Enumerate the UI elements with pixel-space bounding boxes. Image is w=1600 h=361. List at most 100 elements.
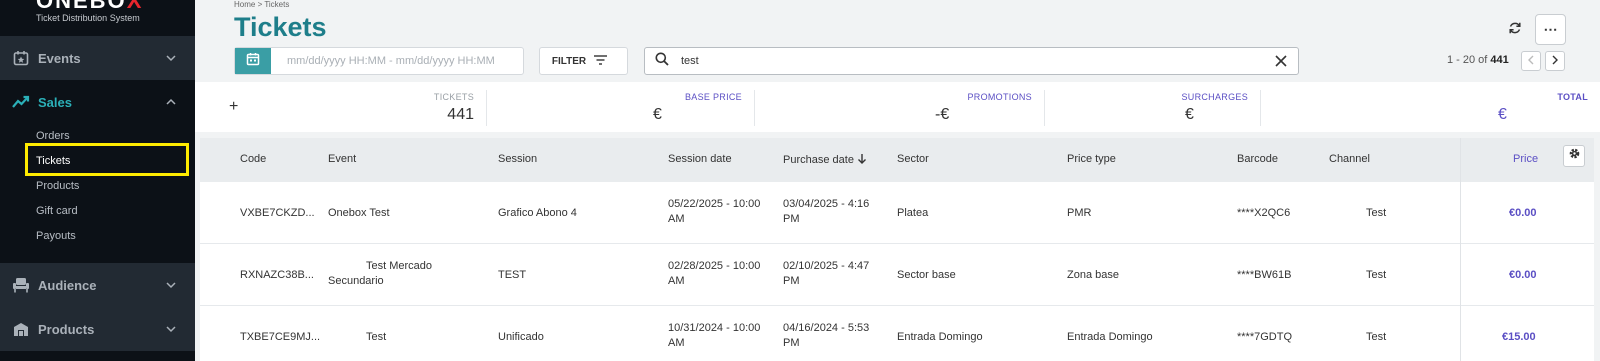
sidebar-item-orders[interactable]: Orders xyxy=(36,130,70,142)
nav-group-products[interactable]: Products xyxy=(0,307,195,351)
box-icon xyxy=(12,320,30,338)
column-header-barcode[interactable]: Barcode xyxy=(1237,153,1278,165)
cell-event: Test xyxy=(366,331,387,343)
more-options-button[interactable]: ⋯ xyxy=(1535,14,1566,45)
cell-session-date: 05/22/2025 - 10:00 AM xyxy=(668,197,760,227)
chevron-left-icon xyxy=(1527,55,1535,68)
cell-sector: Entrada Domingo xyxy=(897,331,983,343)
column-header-purchase-date-label: Purchase date xyxy=(783,154,854,166)
cell-session-date-line1: 05/22/2025 - 10:00 xyxy=(668,198,761,210)
cell-price: €0.00 xyxy=(1509,207,1537,219)
nav-group-products-label: Products xyxy=(38,321,95,337)
cell-session: Grafico Abono 4 xyxy=(498,207,577,219)
cell-code: TXBE7CE9MJ... xyxy=(240,331,321,343)
summary-tickets-label: TICKETS xyxy=(433,92,474,102)
column-header-session-date[interactable]: Session date xyxy=(668,153,732,165)
price-column-divider xyxy=(1460,138,1461,361)
calendar-icon xyxy=(246,52,260,71)
refresh-icon xyxy=(1508,21,1522,40)
cell-purchase-date: 04/16/2024 - 5:53 PM xyxy=(783,321,869,351)
date-range-field[interactable]: mm/dd/yyyy HH:MM - mm/dd/yyyy HH:MM xyxy=(234,47,524,75)
search-box[interactable] xyxy=(644,47,1299,75)
cell-channel: Test xyxy=(1366,331,1387,343)
pagination-summary: 1 - 20 of 441 xyxy=(1447,54,1509,66)
cell-channel: Test xyxy=(1366,207,1387,219)
cell-purchase-date-line2: PM xyxy=(783,213,800,225)
nav-group-audience[interactable]: Audience xyxy=(0,263,195,307)
column-header-event[interactable]: Event xyxy=(328,153,356,165)
calendar-button[interactable] xyxy=(235,48,271,74)
nav-group-audience-label: Audience xyxy=(38,277,97,293)
nav-group-sales-label: Sales xyxy=(38,94,72,110)
summary-promotions: PROMOTIONS -€ xyxy=(755,90,1045,126)
cell-price-type: PMR xyxy=(1067,207,1092,219)
chevron-right-icon xyxy=(1551,55,1559,68)
table-row[interactable]: VXBE7CKZD... Onebox Test Grafico Abono 4… xyxy=(200,182,1600,244)
nav-group-sales[interactable]: Sales xyxy=(0,80,195,124)
summary-surcharges-value: € xyxy=(1185,106,1194,123)
breadcrumb[interactable]: Home > Tickets xyxy=(234,0,289,9)
cell-channel: Test xyxy=(1366,269,1387,281)
cell-code: VXBE7CKZD... xyxy=(240,207,315,219)
table-row[interactable]: RXNAZC38B... Test Mercado Secundario TES… xyxy=(200,244,1600,306)
clear-search-button[interactable] xyxy=(1274,54,1288,73)
cell-purchase-date-line1: 03/04/2025 - 4:16 xyxy=(783,198,870,210)
cell-barcode: ****X2QC6 xyxy=(1237,207,1291,219)
cell-session-date-line2: AM xyxy=(668,337,685,349)
sidebar-item-payouts[interactable]: Payouts xyxy=(36,230,76,242)
summary-total-value: € xyxy=(1498,106,1507,123)
logo-word-accent: X xyxy=(126,0,144,13)
column-header-purchase-date[interactable]: Purchase date xyxy=(783,153,867,166)
cell-sector: Sector base xyxy=(897,269,956,281)
summary-promotions-label: PROMOTIONS xyxy=(967,92,1032,102)
summary-base-price-label: BASE PRICE xyxy=(684,92,742,102)
search-icon xyxy=(655,52,669,71)
cell-purchase-date-line2: PM xyxy=(783,275,800,287)
cell-barcode: ****BW61B xyxy=(1237,269,1292,281)
cell-session-date-line2: AM xyxy=(668,275,685,287)
filter-button[interactable]: FILTER xyxy=(539,47,628,75)
column-header-price[interactable]: Price xyxy=(1513,153,1538,165)
table-scrollbar[interactable] xyxy=(1594,132,1600,361)
table-row[interactable]: TXBE7CE9MJ... Test Unificado 10/31/2024 … xyxy=(200,306,1600,361)
summary-base-price: BASE PRICE € xyxy=(487,90,755,126)
cell-price-type: Entrada Domingo xyxy=(1067,331,1153,343)
filter-button-label: FILTER xyxy=(551,55,587,67)
logo-subtitle: Ticket Distribution System xyxy=(36,13,140,23)
cell-purchase-date: 03/04/2025 - 4:16 PM xyxy=(783,197,869,227)
sidebar-item-gift-card[interactable]: Gift card xyxy=(36,205,78,217)
highlight-box xyxy=(25,143,189,176)
cell-event-line1: Test Mercado xyxy=(366,260,433,272)
cell-sector: Platea xyxy=(897,207,929,219)
filter-lines-icon xyxy=(594,54,608,68)
close-icon xyxy=(1274,55,1288,72)
cell-session-date-line2: AM xyxy=(668,213,685,225)
column-header-channel[interactable]: Channel xyxy=(1329,153,1370,165)
cell-event: Test Mercado Secundario xyxy=(328,259,432,289)
previous-page-button[interactable] xyxy=(1521,51,1541,71)
cell-price-type: Zona base xyxy=(1067,269,1119,281)
sidebar: ONEBOX Ticket Distribution System Events… xyxy=(0,0,195,361)
column-header-price-type[interactable]: Price type xyxy=(1067,153,1116,165)
column-header-sector[interactable]: Sector xyxy=(897,153,929,165)
column-settings-button[interactable] xyxy=(1563,145,1585,167)
chevron-down-icon xyxy=(165,322,177,340)
gear-icon xyxy=(1568,147,1581,165)
pagination-total: 441 xyxy=(1490,54,1509,66)
star-calendar-icon xyxy=(12,49,30,67)
cell-code: RXNAZC38B... xyxy=(240,269,314,281)
next-page-button[interactable] xyxy=(1545,51,1565,71)
cell-price: €15.00 xyxy=(1502,331,1536,343)
search-input[interactable] xyxy=(681,55,1261,67)
cell-price: €0.00 xyxy=(1509,269,1537,281)
cell-barcode: ****7GDTQ xyxy=(1237,331,1293,343)
cell-purchase-date-line1: 02/10/2025 - 4:47 xyxy=(783,260,870,272)
pagination-range: 1 - 20 of xyxy=(1447,54,1488,66)
column-header-code[interactable]: Code xyxy=(240,153,266,165)
sidebar-item-products[interactable]: Products xyxy=(36,180,79,192)
onebox-logo: ONEBOX Ticket Distribution System xyxy=(36,0,166,23)
column-header-session[interactable]: Session xyxy=(498,153,537,165)
nav-group-events[interactable]: Events xyxy=(0,36,195,80)
summary-promotions-value: -€ xyxy=(935,106,950,123)
refresh-button[interactable] xyxy=(1504,19,1526,41)
